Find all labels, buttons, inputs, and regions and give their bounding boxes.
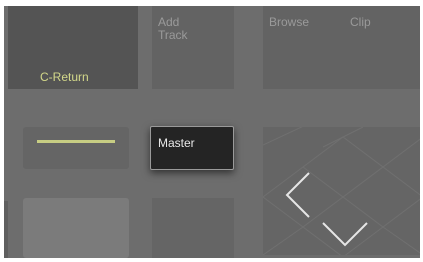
control-surface: C-Return Add Track Browse Clip Master	[4, 6, 420, 258]
return-level-line	[37, 140, 115, 143]
clip-label: Clip	[350, 15, 371, 29]
browse-label: Browse	[269, 15, 310, 29]
screenshot-frame: C-Return Add Track Browse Clip Master	[0, 0, 423, 262]
navigation-pad[interactable]	[263, 127, 420, 255]
add-track-label: Add Track	[158, 15, 188, 42]
master-label: Master	[158, 136, 195, 150]
clip-button[interactable]: Clip	[344, 6, 420, 89]
c-return-pad[interactable]: C-Return	[8, 6, 138, 89]
c-return-label: C-Return	[40, 70, 89, 84]
add-track-button[interactable]: Add Track	[152, 6, 234, 89]
master-button[interactable]: Master	[150, 126, 234, 170]
pad-lower-left[interactable]	[23, 198, 129, 258]
pad-lower-middle[interactable]	[152, 198, 234, 258]
chevron-down-icon[interactable]	[263, 127, 420, 255]
pad-edge-left[interactable]	[4, 201, 8, 258]
return-track-strip[interactable]	[23, 127, 129, 169]
browse-button[interactable]: Browse	[263, 6, 345, 89]
